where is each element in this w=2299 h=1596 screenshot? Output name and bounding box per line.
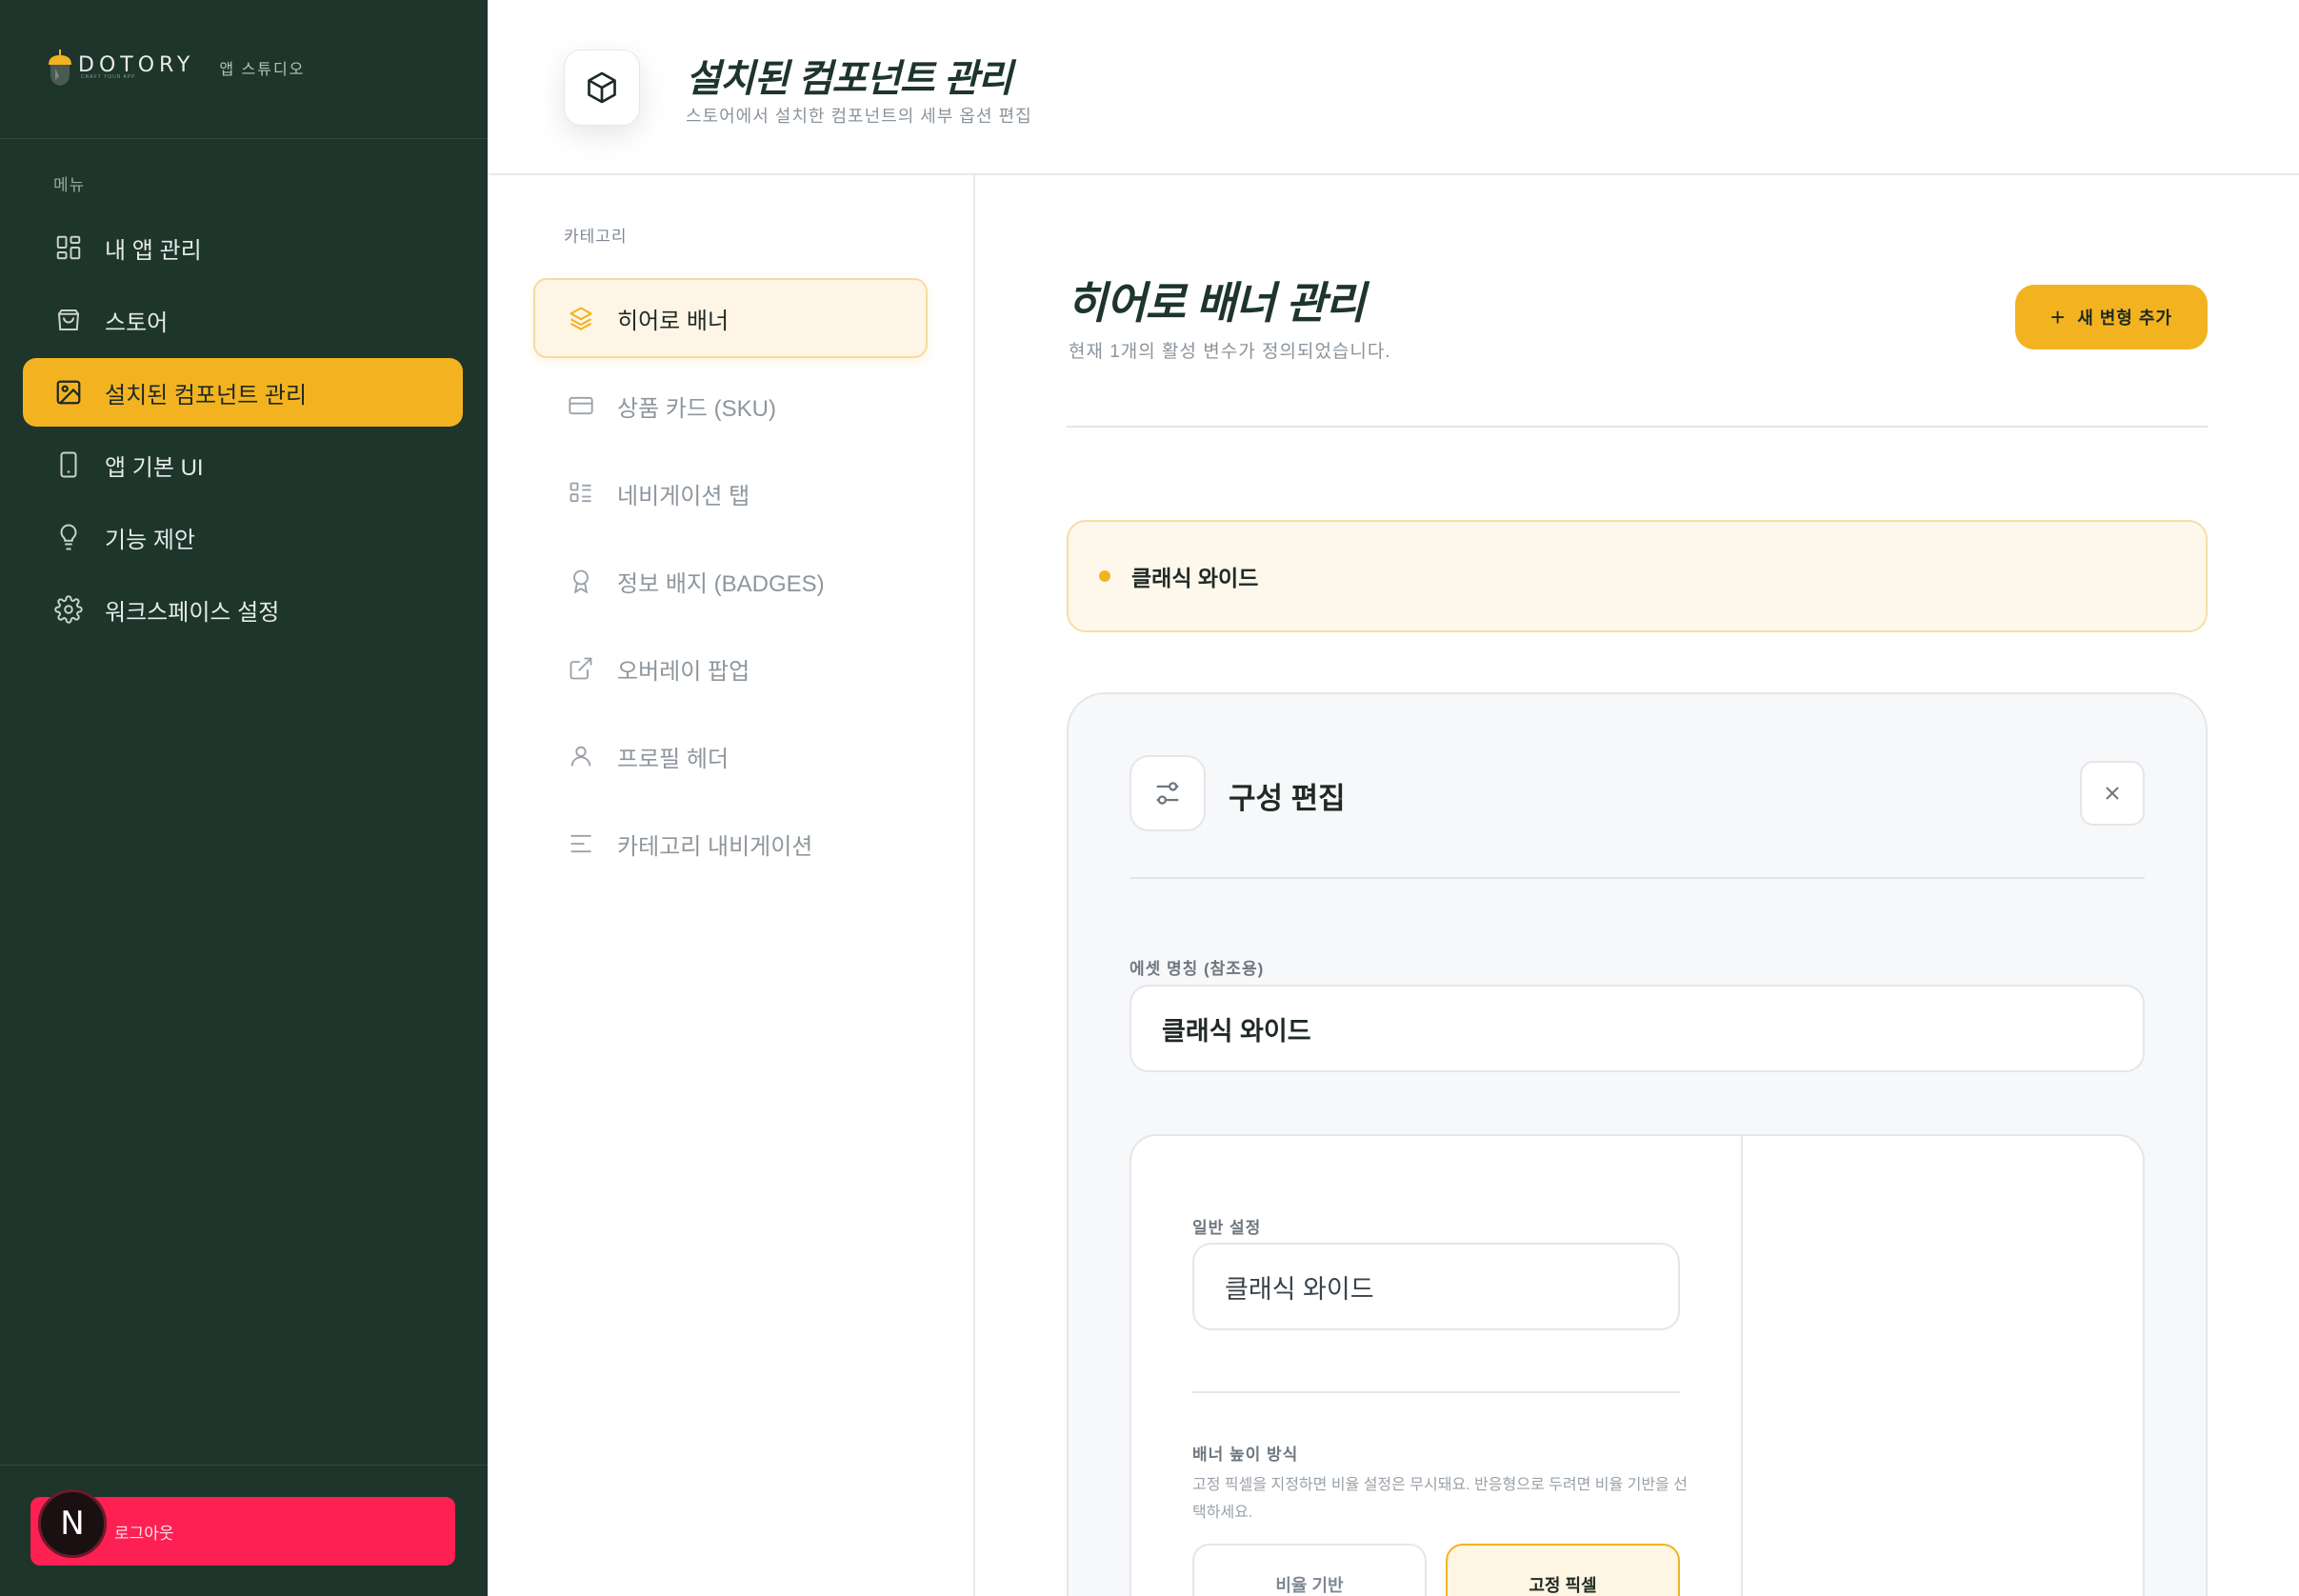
fixed-pixel-mode-button[interactable]: 고정 픽셀 <box>1446 1544 1680 1596</box>
user-icon <box>566 741 596 771</box>
section-title: 히어로 배너 관리 <box>1067 278 1366 328</box>
sidebar: DOTORY CRAFT YOUR APP 앱 스튜디오 메뉴 내 앱 관리 스… <box>0 0 488 1596</box>
menu-section-label: 메뉴 <box>53 176 86 194</box>
add-variant-button[interactable]: + 새 변형 추가 <box>2015 285 2208 349</box>
add-variant-label: 새 변형 추가 <box>2077 309 2172 328</box>
plus-icon: + <box>2050 302 2067 331</box>
sidebar-item-store[interactable]: 스토어 <box>23 286 463 354</box>
general-settings-label: 일반 설정 <box>1192 1219 1262 1237</box>
avatar[interactable]: N <box>38 1489 107 1558</box>
general-name-input[interactable]: 클래식 와이드 <box>1192 1243 1680 1330</box>
settings-divider <box>1192 1391 1680 1393</box>
banner-height-description: 고정 픽셀을 지정하면 비율 설정은 무시돼요. 반응형으로 두려면 비율 기반… <box>1192 1477 1688 1521</box>
category-item-label: 오버레이 팝업 <box>617 658 750 685</box>
category-list: 히어로 배너 상품 카드 (SKU) 네비게이션 탭 정보 배지 (BADGES… <box>533 278 928 891</box>
sidebar-item-feature-request[interactable]: 기능 제안 <box>23 503 463 571</box>
sidebar-item-label: 워크스페이스 설정 <box>105 599 280 626</box>
ratio-mode-button[interactable]: 비율 기반 <box>1192 1544 1427 1596</box>
grid-icon <box>53 232 84 263</box>
gear-icon <box>53 594 84 625</box>
category-item-label: 네비게이션 탭 <box>617 483 750 509</box>
editor-title: 구성 편집 <box>1229 782 1346 815</box>
brand[interactable]: DOTORY CRAFT YOUR APP 앱 스튜디오 <box>46 46 305 91</box>
sidebar-item-label: 스토어 <box>105 309 169 336</box>
category-section-label: 카테고리 <box>564 228 628 246</box>
sidebar-item-label: 설치된 컴포넌트 관리 <box>105 382 308 409</box>
category-item-product-card[interactable]: 상품 카드 (SKU) <box>533 366 928 446</box>
editor-divider <box>1130 877 2145 879</box>
category-item-label: 카테고리 내비게이션 <box>617 833 813 860</box>
acorn-logo-icon <box>46 48 74 90</box>
brand-tagline: CRAFT YOUR APP <box>81 74 136 80</box>
shopping-bag-icon <box>53 305 84 335</box>
layers-icon <box>566 303 596 333</box>
align-left-icon <box>566 828 596 859</box>
close-icon <box>2106 787 2119 800</box>
section-divider <box>1067 426 2208 428</box>
category-item-category-navigation[interactable]: 카테고리 내비게이션 <box>533 804 928 884</box>
logout-label: 로그아웃 <box>114 1524 174 1543</box>
list-layout-icon <box>566 478 596 509</box>
sidebar-divider <box>0 138 488 139</box>
close-button[interactable] <box>2080 761 2145 826</box>
award-icon <box>566 566 596 596</box>
sidebar-item-label: 앱 기본 UI <box>105 454 204 481</box>
banner-height-label: 배너 높이 방식 <box>1192 1446 1299 1464</box>
config-editor-panel: 구성 편집 에셋 명칭 (참조용) 클래식 와이드 일반 설정 클래식 와이드 … <box>1067 692 2208 1596</box>
category-item-label: 프로필 헤더 <box>617 746 730 772</box>
sidebar-bottom-divider <box>0 1465 488 1466</box>
category-item-label: 히어로 배너 <box>617 308 730 334</box>
asset-name-input[interactable]: 클래식 와이드 <box>1130 985 2145 1072</box>
category-item-info-badges[interactable]: 정보 배지 (BADGES) <box>533 541 928 621</box>
sidebar-item-workspace-settings[interactable]: 워크스페이스 설정 <box>23 575 463 644</box>
sidebar-item-installed-components[interactable]: 설치된 컴포넌트 관리 <box>23 358 463 427</box>
sidebar-nav: 내 앱 관리 스토어 설치된 컴포넌트 관리 앱 기본 UI 기능 제안 워크스… <box>23 213 463 648</box>
cube-icon <box>564 50 640 126</box>
settings-column-divider <box>1741 1136 1743 1596</box>
sidebar-item-label: 내 앱 관리 <box>105 237 202 264</box>
image-icon <box>53 377 84 408</box>
brand-name: DOTORY <box>78 52 195 77</box>
credit-card-icon <box>566 390 596 421</box>
section-subtitle: 현재 1개의 활성 변수가 정의되었습니다. <box>1069 342 1391 362</box>
lightbulb-icon <box>53 522 84 552</box>
sidebar-item-app-base-ui[interactable]: 앱 기본 UI <box>23 430 463 499</box>
smartphone-icon <box>53 449 84 480</box>
main-content: 히어로 배너 관리 현재 1개의 활성 변수가 정의되었습니다. + 새 변형 … <box>975 175 2299 1596</box>
category-item-overlay-popup[interactable]: 오버레이 팝업 <box>533 628 928 708</box>
page-title: 설치된 컴포넌트 관리 <box>686 58 1012 100</box>
category-item-label: 정보 배지 (BADGES) <box>617 570 825 597</box>
active-dot-icon <box>1099 570 1110 582</box>
sidebar-item-my-apps[interactable]: 내 앱 관리 <box>23 213 463 282</box>
variant-name: 클래식 와이드 <box>1131 566 1259 590</box>
category-panel: 카테고리 히어로 배너 상품 카드 (SKU) 네비게이션 탭 정보 배지 (B… <box>488 175 975 1596</box>
category-item-navigation-tab[interactable]: 네비게이션 탭 <box>533 453 928 533</box>
asset-name-label: 에셋 명칭 (참조용) <box>1130 960 1265 978</box>
sliders-icon <box>1130 755 1206 831</box>
page-header: 설치된 컴포넌트 관리 스토어에서 설치한 컴포넌트의 세부 옵션 편집 <box>488 0 2299 175</box>
variant-item[interactable]: 클래식 와이드 <box>1067 520 2208 632</box>
brand-subtitle: 앱 스튜디오 <box>219 62 306 78</box>
category-item-hero-banner[interactable]: 히어로 배너 <box>533 278 928 358</box>
settings-card: 일반 설정 클래식 와이드 배너 높이 방식 고정 픽셀을 지정하면 비율 설정… <box>1130 1134 2145 1596</box>
category-item-profile-header[interactable]: 프로필 헤더 <box>533 716 928 796</box>
category-item-label: 상품 카드 (SKU) <box>617 395 776 422</box>
page-subtitle: 스토어에서 설치한 컴포넌트의 세부 옵션 편집 <box>686 107 1032 126</box>
external-link-icon <box>566 653 596 684</box>
sidebar-item-label: 기능 제안 <box>105 527 195 553</box>
